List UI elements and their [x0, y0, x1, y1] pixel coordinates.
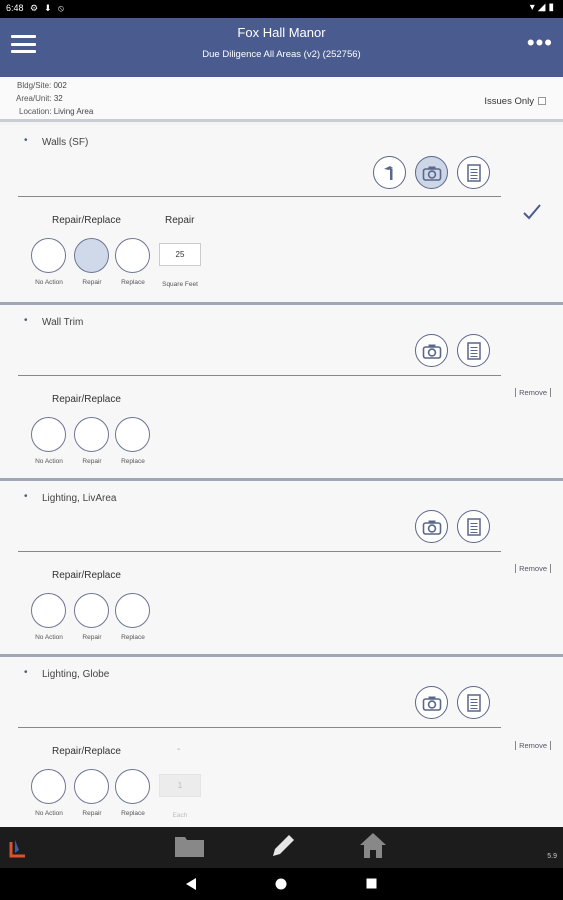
issues-only-toggle[interactable]: Issues Only — [484, 96, 546, 107]
bullet-icon: • — [24, 315, 28, 326]
edit-pencil-icon[interactable] — [270, 832, 297, 859]
no-action-option[interactable] — [31, 417, 66, 452]
location-value: Living Area — [53, 107, 94, 116]
notes-icon — [466, 341, 481, 360]
inspection-item-lighting-globe: • Lighting, Globe Remove Repair/Replace … — [0, 657, 563, 827]
remove-button[interactable]: Remove — [515, 388, 551, 397]
download-status-icon: ⬇ — [44, 3, 52, 13]
item-title: Lighting, Globe — [42, 669, 110, 680]
page-title: Fox Hall Manor — [237, 25, 326, 40]
complete-check-icon — [522, 203, 542, 226]
inspection-item-wall-trim: • Wall Trim Remove Repair/Replace No Act… — [0, 305, 563, 481]
replace-option[interactable] — [115, 417, 150, 452]
app-logo-icon — [9, 840, 25, 858]
repair-replace-label: Repair/Replace — [52, 570, 121, 581]
camera-icon — [422, 166, 441, 181]
home-icon[interactable] — [358, 831, 388, 859]
page-subtitle: Due Diligence All Areas (v2) (252756) — [202, 49, 361, 60]
camera-icon — [422, 696, 441, 711]
camera-button[interactable] — [415, 156, 448, 189]
location-label: Location: — [19, 107, 52, 116]
bullet-icon: • — [24, 491, 28, 502]
repair-option[interactable] — [74, 238, 109, 273]
no-action-option[interactable] — [31, 593, 66, 628]
no-action-option[interactable] — [31, 238, 66, 273]
camera-icon — [422, 344, 441, 359]
area-unit-value: 32 — [53, 94, 63, 103]
bldg-site-label: Bldg/Site: — [17, 81, 52, 90]
system-navigation-bar — [0, 868, 563, 900]
app-header: Fox Hall Manor Due Diligence All Areas (… — [0, 18, 563, 77]
gear-status-icon: ⚙ — [30, 3, 39, 13]
remove-button[interactable]: Remove — [515, 564, 551, 573]
repair-replace-label: Repair/Replace — [52, 394, 121, 405]
more-options-icon[interactable]: ••• — [527, 32, 553, 54]
hammer-tool-button[interactable] — [373, 156, 406, 189]
unit-label: Each — [172, 812, 188, 819]
replace-option[interactable] — [115, 238, 150, 273]
folder-icon[interactable] — [174, 833, 205, 858]
notes-button[interactable] — [457, 510, 490, 543]
home-circle-icon[interactable] — [275, 878, 287, 890]
divider — [18, 727, 501, 728]
issues-only-label: Issues Only — [484, 96, 534, 107]
area-unit-row: Area/Unit: 32 — [16, 94, 63, 103]
notes-button[interactable] — [457, 686, 490, 719]
back-icon[interactable] — [185, 877, 197, 891]
notes-icon — [466, 693, 481, 712]
camera-icon — [422, 520, 441, 535]
item-title: Lighting, LivArea — [42, 493, 117, 504]
repair-replace-label: Repair/Replace — [52, 215, 121, 226]
divider — [18, 551, 501, 552]
replace-option[interactable] — [115, 593, 150, 628]
bldg-site-value: 002 — [53, 81, 67, 90]
replace-label: Replace — [121, 634, 145, 641]
inspection-item-lighting-livarea: • Lighting, LivArea Remove Repair/Replac… — [0, 481, 563, 657]
camera-button[interactable] — [415, 686, 448, 719]
notes-icon — [466, 517, 481, 536]
replace-label: Replace — [121, 458, 145, 465]
repair-option[interactable] — [74, 417, 109, 452]
status-time: 6:48 — [6, 3, 24, 13]
camera-button[interactable] — [415, 510, 448, 543]
recents-icon[interactable] — [366, 878, 377, 889]
notes-button[interactable] — [457, 334, 490, 367]
replace-option[interactable] — [115, 769, 150, 804]
notes-button[interactable] — [457, 156, 490, 189]
block-status-icon: ⦸ — [58, 3, 64, 13]
issues-only-checkbox[interactable] — [538, 97, 546, 105]
quantity-input[interactable]: 1 — [159, 774, 201, 797]
quantity-header: Repair — [165, 215, 195, 226]
bldg-site-row: Bldg/Site: 002 — [17, 81, 67, 90]
notes-icon — [466, 163, 481, 182]
item-title: Wall Trim — [42, 317, 84, 328]
bottom-navigation: 5.9 — [0, 827, 563, 868]
divider — [18, 196, 501, 197]
quantity-input[interactable]: 25 — [159, 243, 201, 266]
inspection-item-walls: • Walls (SF) Repair/Replace Repair No Ac… — [0, 125, 563, 305]
divider — [18, 375, 501, 376]
hammer-icon — [383, 165, 393, 180]
location-row: Location: Living Area — [19, 107, 93, 116]
status-bar: 6:48 ⚙ ⬇ ⦸ ▾◢▮ — [0, 0, 563, 18]
quantity-header: - — [177, 744, 181, 755]
bullet-icon: • — [24, 135, 28, 146]
item-title: Walls (SF) — [42, 137, 89, 148]
location-info-bar: Bldg/Site: 002 Area/Unit: 32 Location: L… — [0, 77, 563, 122]
repair-replace-label: Repair/Replace — [52, 746, 121, 757]
version-label: 5.9 — [547, 853, 557, 860]
signal-battery-icon: ▾◢▮ — [529, 2, 557, 13]
unit-label: Square Feet — [162, 281, 198, 288]
repair-option[interactable] — [74, 593, 109, 628]
area-unit-label: Area/Unit: — [16, 94, 52, 103]
remove-button[interactable]: Remove — [515, 741, 551, 750]
no-action-option[interactable] — [31, 769, 66, 804]
bullet-icon: • — [24, 667, 28, 678]
repair-option[interactable] — [74, 769, 109, 804]
camera-button[interactable] — [415, 334, 448, 367]
